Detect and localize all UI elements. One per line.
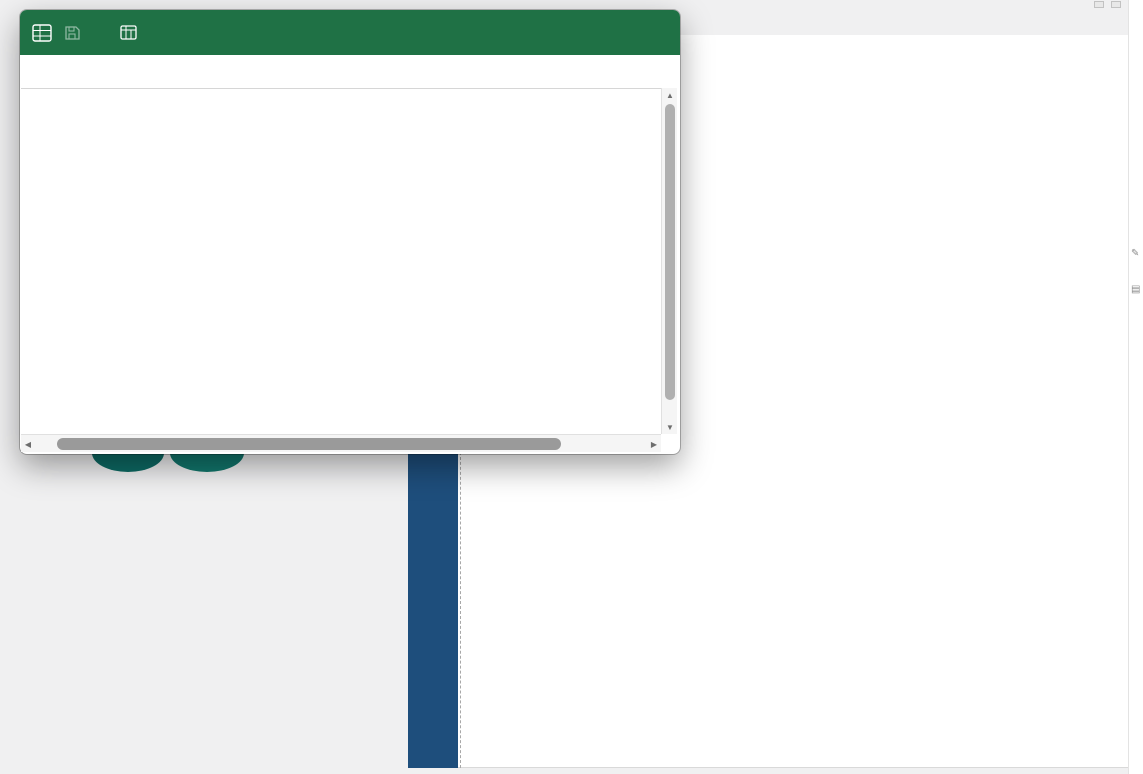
chart-table-icon: [120, 25, 137, 40]
scroll-left-arrow[interactable]: ◀: [21, 435, 35, 453]
pencil-icon[interactable]: ✎: [1131, 248, 1139, 259]
excel-app-icon: [32, 23, 52, 42]
close-button[interactable]: [638, 18, 668, 48]
shape-icon[interactable]: ▤: [1131, 284, 1140, 295]
powerpoint-workspace: ✎ ▤ ▲ ▼ ◀ ▶: [0, 0, 1143, 774]
save-icon[interactable]: [64, 25, 80, 41]
horizontal-scrollbar[interactable]: ◀ ▶: [21, 434, 661, 452]
window-titlebar[interactable]: [20, 10, 680, 55]
horizontal-scroll-thumb[interactable]: [57, 438, 561, 450]
scroll-down-arrow[interactable]: ▼: [662, 420, 678, 434]
worksheet-grid[interactable]: [21, 88, 661, 431]
scroll-right-arrow[interactable]: ▶: [647, 435, 661, 453]
vertical-scrollbar[interactable]: ▲ ▼: [661, 88, 677, 434]
vertical-scroll-thumb[interactable]: [665, 104, 675, 400]
scroll-up-arrow[interactable]: ▲: [662, 88, 678, 102]
chart-data-window[interactable]: ▲ ▼ ◀ ▶: [20, 10, 680, 454]
right-panel-rail: ✎ ▤: [1128, 0, 1143, 774]
